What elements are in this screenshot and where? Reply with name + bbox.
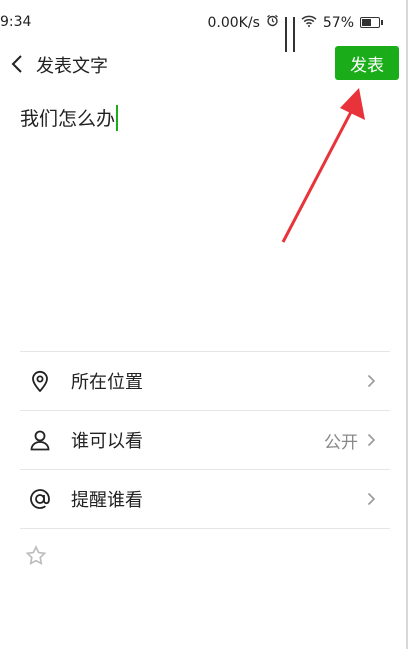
at-icon (30, 489, 50, 509)
person-icon (30, 430, 50, 451)
status-time: 9:34 (0, 14, 32, 30)
post-text-input[interactable]: 我们怎么办 (20, 104, 390, 324)
option-label: 提醒谁看 (71, 490, 143, 511)
option-label: 谁可以看 (71, 431, 143, 452)
chevron-right-icon (367, 374, 376, 388)
star-icon[interactable] (25, 545, 47, 567)
option-visibility[interactable]: 谁可以看 公开 (20, 410, 390, 469)
chevron-right-icon (367, 433, 376, 447)
status-indicators: 0.00K/s 57% (207, 14, 383, 52)
page-title: 发表文字 (36, 56, 108, 77)
alarm-icon (266, 14, 279, 31)
option-mention[interactable]: 提醒谁看 (20, 469, 390, 529)
publish-button[interactable]: 发表 (335, 46, 399, 80)
status-bar: 9:34 0.00K/s 57% (0, 0, 408, 52)
location-pin-icon (32, 370, 48, 393)
option-location[interactable]: 所在位置 (20, 351, 390, 410)
post-options-list: 所在位置 谁可以看 公开 提醒谁看 (20, 351, 390, 529)
battery-icon (360, 17, 383, 28)
signal-icon (284, 16, 287, 52)
battery-percent: 57% (322, 14, 354, 31)
option-value: 公开 (324, 432, 358, 453)
option-label: 所在位置 (71, 372, 143, 393)
chevron-right-icon (367, 492, 376, 506)
text-cursor (116, 105, 119, 131)
wifi-icon (301, 15, 317, 31)
post-text: 我们怎么办 (20, 108, 116, 130)
signal-icon (292, 16, 295, 52)
back-arrow-icon[interactable] (10, 54, 24, 74)
network-speed: 0.00K/s (207, 14, 260, 31)
